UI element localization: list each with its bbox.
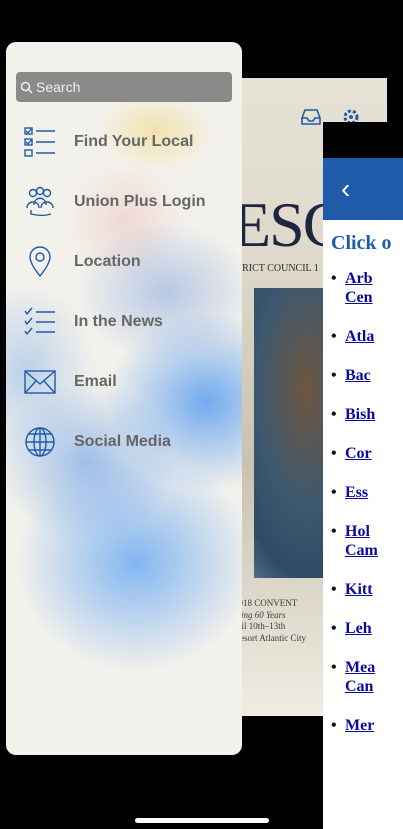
list-item: Mer [331, 716, 403, 735]
magazine-footer-line: Resort Atlantic City [234, 633, 306, 644]
list-item: Cor [331, 444, 403, 463]
local-link[interactable]: Bac [345, 366, 403, 385]
locals-list: Arb Cen Atla Bac Bish Cor Ess Hol Cam Ki… [323, 255, 403, 735]
local-link[interactable]: Leh [345, 619, 403, 638]
menu-item-label: Union Plus Login [74, 193, 206, 210]
list-item: Mea Can [331, 658, 403, 696]
menu-item-location[interactable]: Location [6, 232, 242, 292]
checklist-icon [20, 124, 60, 160]
menu-item-social-media[interactable]: Social Media [6, 412, 242, 472]
globe-icon [20, 424, 60, 460]
local-link[interactable]: Bish [345, 405, 403, 424]
magazine-footer-line: pril 10th–13th [234, 621, 286, 632]
side-drawer: Search Find Your Local Union Plus Login … [6, 42, 242, 755]
menu-item-email[interactable]: Email [6, 352, 242, 412]
list-item: Hol Cam [331, 522, 403, 560]
list-item: Arb Cen [331, 269, 403, 307]
local-link[interactable]: Ess [345, 483, 403, 502]
menu-item-label: In the News [74, 313, 163, 330]
search-placeholder: Search [36, 79, 81, 95]
locals-panel: ‹ Click o Arb Cen Atla Bac Bish Cor Ess … [323, 122, 403, 829]
panel-heading: Click o [331, 232, 392, 254]
search-input[interactable]: Search [16, 72, 232, 102]
local-link[interactable]: Mea [345, 658, 403, 677]
people-icon [20, 184, 60, 220]
list-item: Bish [331, 405, 403, 424]
menu-item-in-the-news[interactable]: In the News [6, 292, 242, 352]
local-link[interactable]: Hol [345, 522, 403, 541]
menu-item-find-your-local[interactable]: Find Your Local [6, 112, 242, 172]
panel-status-area [323, 122, 403, 158]
local-link[interactable]: Cam [345, 541, 403, 560]
list-item: Kitt [331, 580, 403, 599]
menu-item-label: Find Your Local [74, 133, 194, 150]
magazine-footer: 2018 CONVENT ating 60 Years pril 10th–13… [234, 598, 306, 645]
local-link[interactable]: Atla [345, 327, 403, 346]
magazine-footer-line: ating 60 Years [234, 609, 286, 620]
local-link[interactable]: Mer [345, 716, 403, 735]
news-list-icon [20, 304, 60, 340]
menu-item-union-plus-login[interactable]: Union Plus Login [6, 172, 242, 232]
drawer-menu: Find Your Local Union Plus Login Locatio… [6, 112, 242, 472]
local-link[interactable]: Cen [345, 288, 403, 307]
list-item: Ess [331, 483, 403, 502]
home-indicator[interactable] [135, 818, 269, 823]
magazine-subtitle: TRICT COUNCIL 1 [236, 263, 319, 274]
menu-item-label: Location [74, 253, 141, 270]
chevron-left-icon[interactable]: ‹ [341, 175, 350, 203]
envelope-icon [20, 364, 60, 400]
menu-item-label: Social Media [74, 433, 171, 450]
inbox-icon[interactable] [300, 108, 322, 126]
menu-item-label: Email [74, 373, 117, 390]
local-link[interactable]: Arb [345, 269, 403, 288]
list-item: Atla [331, 327, 403, 346]
local-link[interactable]: Kitt [345, 580, 403, 599]
list-item: Bac [331, 366, 403, 385]
list-item: Leh [331, 619, 403, 638]
location-pin-icon [20, 244, 60, 280]
magazine-footer-line: 2018 CONVENT [234, 598, 298, 608]
search-icon [20, 81, 33, 94]
local-link[interactable]: Can [345, 677, 403, 696]
panel-nav-bar: ‹ [323, 158, 403, 220]
local-link[interactable]: Cor [345, 444, 403, 463]
